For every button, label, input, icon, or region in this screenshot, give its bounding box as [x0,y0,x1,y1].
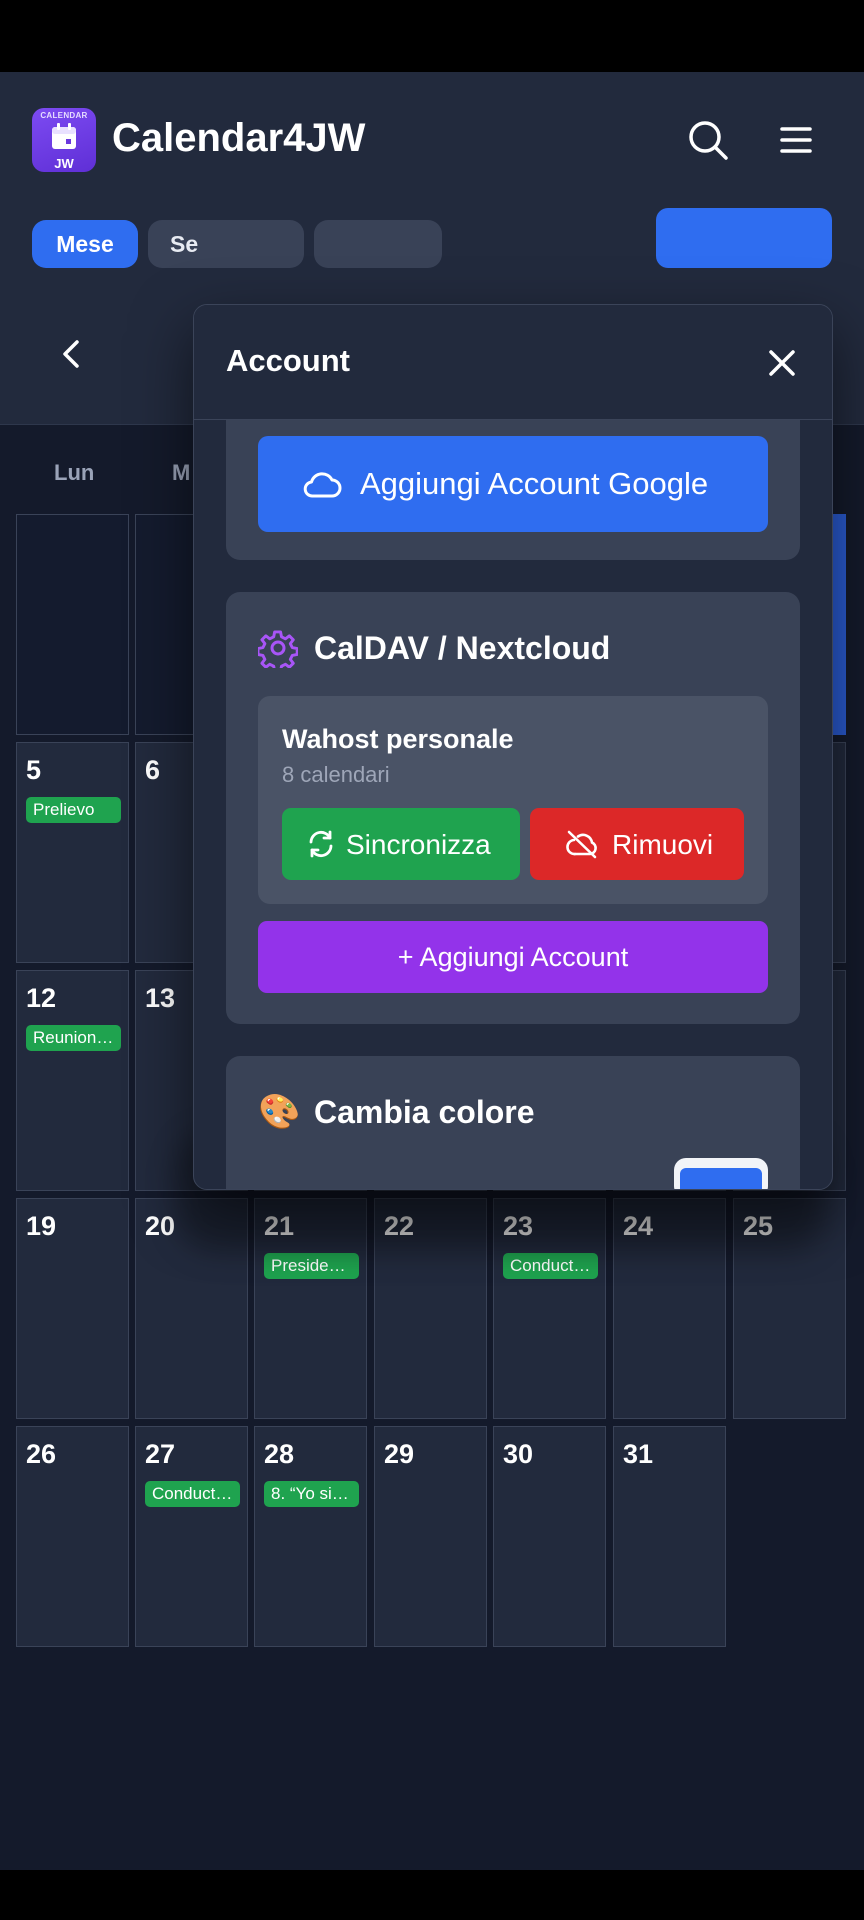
google-section: Aggiungi Account Google [226,420,800,560]
menu-icon[interactable] [772,116,820,164]
refresh-icon [309,830,333,858]
app-logo-icon: CALENDAR JW [32,108,96,172]
account-name: Wahost personale [282,724,514,754]
modal-header: Account [194,305,832,420]
remove-button-label: Rimuovi [612,829,714,860]
gear-icon [256,628,299,673]
calendar-cell[interactable]: 5 Prelievo [16,742,129,963]
calendar-cell[interactable]: 27 Conduct… [135,1426,248,1647]
today-button[interactable] [656,208,832,268]
event-chip[interactable]: Conduct… [145,1481,240,1507]
day-number: 12 [26,983,57,1013]
calendar-cell[interactable]: 19 [16,1198,129,1419]
close-icon[interactable] [762,343,802,383]
calendar-glyph [52,123,76,149]
add-google-account-button[interactable]: Aggiungi Account Google [258,436,768,532]
weekday-mon: Lun [54,460,95,485]
google-button-label: Aggiungi Account Google [360,466,709,501]
calendar-cell[interactable]: 30 [493,1426,606,1647]
app-title: Calendar4JW [112,116,366,160]
search-icon[interactable] [684,116,732,164]
add-account-button[interactable]: + Aggiungi Account [258,921,768,993]
chevron-left-icon[interactable] [52,334,92,374]
logo-top-text: CALENDAR [40,111,88,120]
sync-button-label: Sincronizza [346,829,491,860]
event-chip[interactable]: Reunion… [26,1025,121,1051]
event-chip[interactable]: Preside… [264,1253,359,1279]
caldav-account-card: Wahost personale 8 calendari Sincronizza [258,696,768,904]
selected-color [680,1168,762,1189]
color-section: 🎨 Cambia colore [226,1056,800,1189]
day-number: 5 [26,755,42,785]
calendar-cell[interactable]: 31 [613,1426,726,1647]
day-number: 27 [145,1439,176,1469]
app-screen: CALENDAR JW Calendar4JW Mese Se Lun M 5 … [0,72,864,1870]
weekday-tue: M [172,460,191,485]
color-title: Cambia colore [314,1094,535,1130]
calendar-cell[interactable]: 12 Reunion… [16,970,129,1191]
day-number: 20 [145,1211,176,1241]
color-swatch[interactable] [674,1158,768,1189]
calendar-cell[interactable]: 28 8. “Yo si… [254,1426,367,1647]
account-modal: Account Aggiungi Account Google CalDAV /… [193,304,833,1190]
event-chip[interactable]: Conduct… [503,1253,598,1279]
day-number: 13 [145,983,176,1013]
day-number: 30 [503,1439,534,1469]
day-number: 19 [26,1211,57,1241]
palette-icon: 🎨 [258,1093,301,1131]
day-number: 28 [264,1439,295,1469]
remove-button[interactable]: Rimuovi [530,808,744,880]
sync-button[interactable]: Sincronizza [282,808,520,880]
calendar-cell[interactable]: 29 [374,1426,487,1647]
day-number: 31 [623,1439,654,1469]
tab-week[interactable]: Se [148,220,304,268]
cloud-off-icon [566,830,597,859]
calendar-cell[interactable]: 26 [16,1426,129,1647]
tab-day[interactable] [314,220,442,268]
account-calendar-count: 8 calendari [282,762,390,787]
day-number: 6 [145,755,161,785]
event-chip[interactable]: Prelievo [26,797,121,823]
cloud-icon [303,472,342,498]
day-number: 26 [26,1439,57,1469]
caldav-title: CalDAV / Nextcloud [314,630,611,666]
logo-bottom-text: JW [54,156,74,171]
caldav-section: CalDAV / Nextcloud Wahost personale 8 ca… [226,592,800,1024]
event-chip[interactable]: 8. “Yo si… [264,1481,359,1507]
day-number: 29 [384,1439,415,1469]
calendar-cell[interactable] [16,514,129,735]
modal-body[interactable]: Aggiungi Account Google CalDAV / Nextclo… [194,420,832,1189]
tab-month[interactable]: Mese [32,220,138,268]
modal-title: Account [226,343,350,378]
